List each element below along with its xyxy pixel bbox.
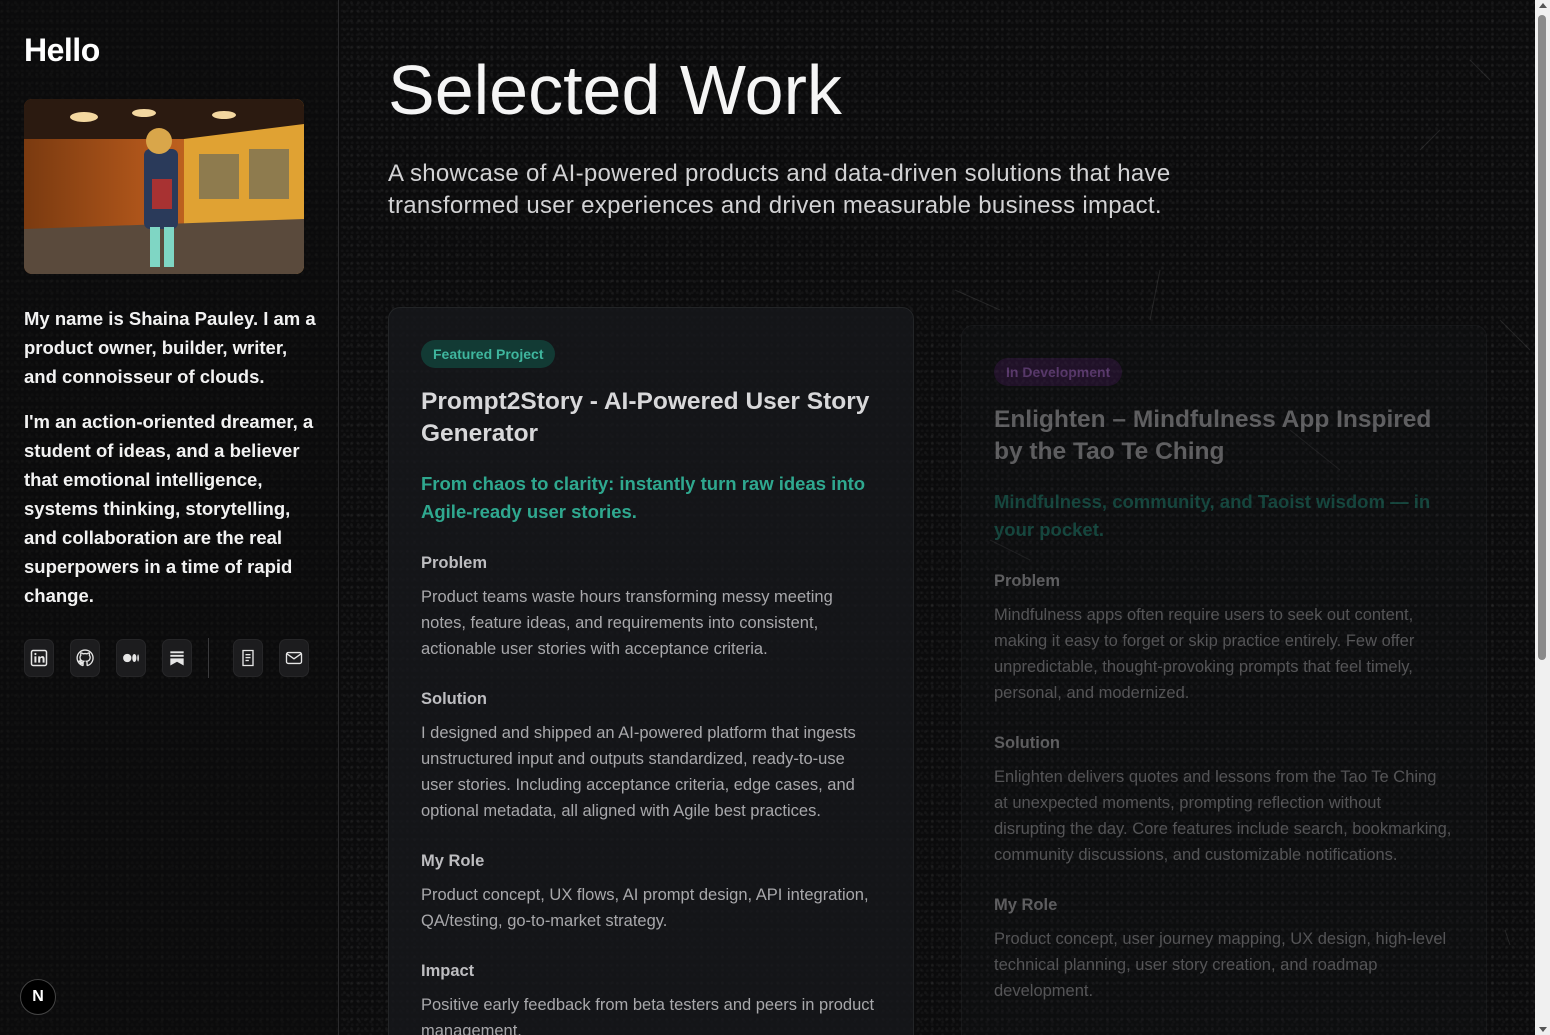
linkedin-link[interactable]	[24, 639, 54, 677]
scroll-down-arrow[interactable]	[1539, 1027, 1547, 1032]
sidebar: Hello My name is Shaina Pauley. I am a p…	[0, 0, 339, 1035]
github-link[interactable]	[70, 639, 100, 677]
bio-paragraph: My name is Shaina Pauley. I am a product…	[24, 308, 316, 387]
resume-icon	[242, 649, 254, 667]
section-text: Mindfulness apps often require users to …	[994, 606, 1415, 702]
social-links	[24, 638, 325, 678]
section-text: Product concept, UX flows, AI prompt des…	[421, 886, 869, 930]
greeting-heading: Hello	[24, 32, 100, 68]
scroll-up-arrow[interactable]	[1539, 3, 1547, 8]
section-heading: Solution	[994, 734, 1060, 752]
resume-link[interactable]	[233, 639, 263, 677]
project-title: Prompt2Story - AI-Powered User Story Gen…	[421, 388, 870, 447]
nextjs-dev-badge[interactable]: N	[20, 979, 56, 1015]
scrollbar-thumb[interactable]	[1538, 15, 1546, 660]
project-card-enlighten[interactable]: In Development Enlighten – Mindfulness A…	[961, 325, 1487, 1035]
github-icon	[76, 649, 94, 667]
email-link[interactable]	[279, 639, 309, 677]
section-heading: My Role	[994, 896, 1058, 914]
medium-link[interactable]	[116, 639, 146, 677]
medium-icon	[123, 653, 139, 663]
section-heading: Impact	[421, 962, 475, 980]
main-content: Selected Work A showcase of AI-powered p…	[340, 0, 1535, 1035]
project-card-prompt2story[interactable]: Featured Project Prompt2Story - AI-Power…	[388, 307, 914, 1035]
section-heading: My Role	[421, 852, 485, 870]
page-lead: A showcase of AI-powered products and da…	[388, 160, 1171, 219]
mail-icon	[285, 651, 303, 665]
section-heading: Solution	[421, 690, 487, 708]
substack-icon	[170, 651, 184, 666]
portfolio-page: Hello My name is Shaina Pauley. I am a p…	[0, 0, 1550, 1035]
bio: My name is Shaina Pauley. I am a product…	[24, 304, 316, 610]
section-text: Enlighten delivers quotes and lessons fr…	[994, 768, 1452, 864]
status-badge: Featured Project	[421, 340, 556, 368]
substack-link[interactable]	[162, 639, 192, 677]
social-divider	[208, 638, 209, 678]
scrollbar[interactable]	[1535, 0, 1550, 1035]
profile-photo	[24, 99, 304, 274]
section-heading: Problem	[994, 572, 1061, 590]
section-text: Positive early feedback from beta tester…	[421, 996, 875, 1035]
linkedin-icon	[30, 649, 48, 667]
status-badge: In Development	[994, 358, 1123, 386]
project-title: Enlighten – Mindfulness App Inspired by …	[994, 406, 1432, 465]
project-tagline: Mindfulness, community, and Taoist wisdo…	[994, 491, 1431, 540]
section-text: Product concept, user journey mapping, U…	[994, 930, 1447, 1000]
section-heading: Problem	[421, 554, 488, 572]
page-title: Selected Work	[388, 51, 842, 129]
project-tagline: From chaos to clarity: instantly turn ra…	[421, 473, 866, 522]
section-text: Product teams waste hours transforming m…	[421, 588, 833, 658]
section-text: I designed and shipped an AI-powered pla…	[421, 724, 856, 820]
bio-paragraph: I'm an action-oriented dreamer, a studen…	[24, 411, 314, 606]
